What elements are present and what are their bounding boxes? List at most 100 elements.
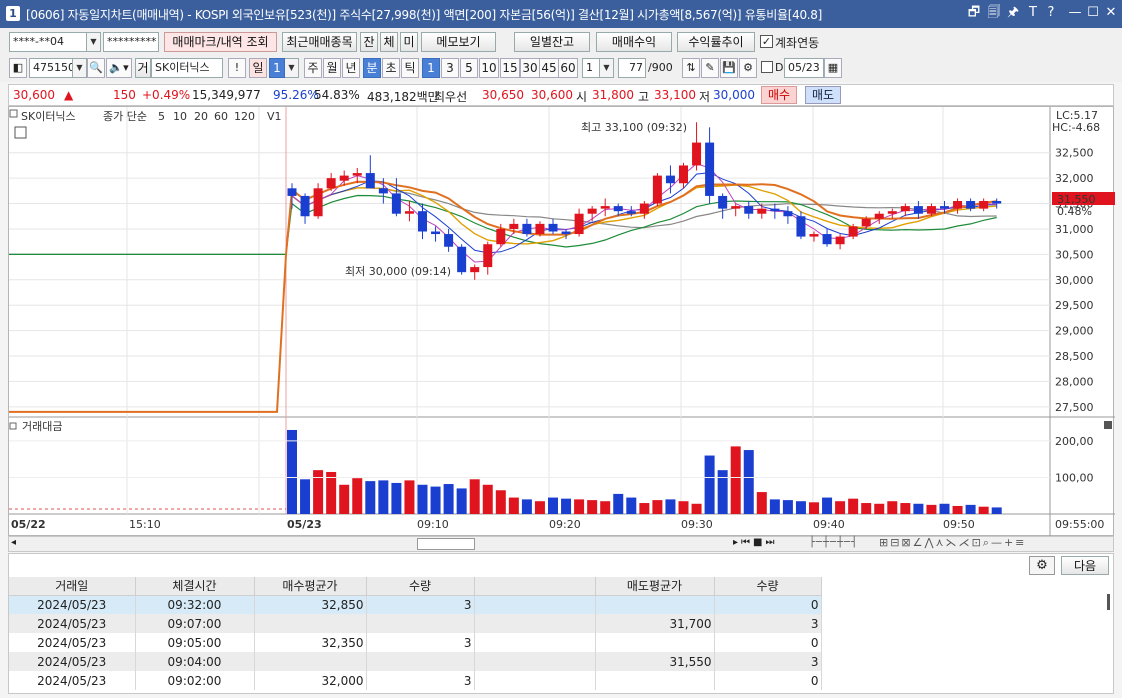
minute-60-button[interactable]: 60: [558, 58, 578, 78]
gear-icon[interactable]: ⚙: [739, 58, 757, 78]
playback-controls-icon[interactable]: ▸⏮■⏭: [733, 537, 777, 548]
help-icon[interactable]: ?: [1042, 5, 1060, 21]
calendar-icon[interactable]: ▦: [824, 58, 842, 78]
chart-scrollbar[interactable]: ◂ ▸⏮■⏭ ├─┼─┼─┤ ⊞⊟⊠∠⋀⋏⋋⋌⊡⌕—+≡: [8, 536, 1114, 552]
grid-view-icon[interactable]: [14, 126, 27, 139]
table-row[interactable]: 2024/05/23 09:05:00 32,350 3 0: [9, 633, 822, 652]
chart-settings-icon[interactable]: ◧: [9, 58, 27, 78]
period-day-count[interactable]: 1: [269, 58, 285, 78]
volume-tick-label: 200,00: [1055, 435, 1094, 448]
compare-icon[interactable]: ⇅: [682, 58, 700, 78]
minute-45-button[interactable]: 45: [539, 58, 559, 78]
volume-title: 거래대금: [22, 420, 62, 433]
period-tick-button[interactable]: 틱: [401, 58, 419, 78]
minute-15-button[interactable]: 15: [500, 58, 520, 78]
alert-button[interactable]: !: [228, 58, 246, 78]
count-field[interactable]: 77: [618, 58, 646, 78]
legend-ma20: 20: [194, 110, 208, 123]
candle-body: [979, 201, 989, 209]
pin-icon[interactable]: 🖈: [1004, 5, 1022, 21]
buy-button[interactable]: 매수: [761, 86, 797, 104]
account-link-checkbox[interactable]: ✓: [760, 35, 773, 48]
period-dropdown-icon[interactable]: ▼: [285, 58, 299, 78]
period-year-button[interactable]: 년: [342, 58, 360, 78]
volume-bar: [887, 501, 898, 514]
legend-ma120: 120: [234, 110, 255, 123]
return-trend-button[interactable]: 수익률추이: [677, 32, 755, 52]
table-row[interactable]: 2024/05/23 09:04:00 31,550 3: [9, 652, 822, 671]
candle-body: [692, 142, 702, 166]
next-button[interactable]: 다음: [1061, 556, 1109, 575]
candle-chart[interactable]: 200,00100,00 32,50032,00031,50031,00030,…: [9, 107, 1115, 537]
volume-bar: [809, 502, 819, 514]
price-change: 150: [113, 88, 136, 102]
scroll-left-icon[interactable]: ◂: [11, 537, 16, 548]
table-scroll-thumb[interactable]: [1107, 594, 1110, 610]
mark-query-button[interactable]: 매매마크/내역 조회: [164, 32, 277, 52]
minimize-icon[interactable]: —: [1066, 5, 1084, 21]
stock-code-field[interactable]: 475150: [29, 58, 73, 78]
table-row[interactable]: 2024/05/23 09:07:00 31,700 3: [9, 614, 822, 633]
memo-button[interactable]: 메모보기: [421, 32, 496, 52]
volume-close-icon[interactable]: [1104, 421, 1112, 429]
sell-button[interactable]: 매도: [805, 86, 841, 104]
chart-tool-icons[interactable]: ⊞⊟⊠∠⋀⋏⋋⋌⊡⌕—+≡: [879, 536, 1026, 550]
candle-body: [378, 188, 388, 194]
scroll-thumb[interactable]: [417, 538, 475, 550]
period-month-button[interactable]: 월: [323, 58, 341, 78]
title-bar: 1 [0606] 자동일지차트(매매내역) - KOSPI 외국인보유[523(…: [0, 0, 1122, 28]
minute-3-button[interactable]: 3: [441, 58, 459, 78]
pending-button[interactable]: 미: [400, 32, 418, 52]
account-dropdown-icon[interactable]: ▼: [87, 32, 101, 52]
period-day-button[interactable]: 일: [249, 58, 267, 78]
table-row[interactable]: 2024/05/23 09:32:00 32,850 3 0: [9, 595, 822, 614]
volume-bar: [874, 503, 885, 514]
minute-1-button[interactable]: 1: [422, 58, 440, 78]
account-field[interactable]: ****-**04: [9, 32, 87, 52]
maximize-icon[interactable]: ☐: [1084, 5, 1102, 21]
table-settings-icon[interactable]: ⚙: [1029, 556, 1055, 575]
zoom-slider[interactable]: ├─┼─┼─┤: [809, 537, 858, 548]
restore-icon[interactable]: 🗗: [965, 5, 983, 21]
sound-icon[interactable]: 🔈▾: [106, 58, 132, 78]
table-cell: [474, 595, 596, 614]
period-minute-button[interactable]: 분: [363, 58, 381, 78]
table-row[interactable]: 2024/05/23 09:02:00 32,000 3 0: [9, 671, 822, 690]
low-price: 30,000: [713, 88, 755, 102]
minute-select[interactable]: 1: [582, 58, 600, 78]
date-field[interactable]: 05/23: [784, 58, 824, 78]
volume-bar: [548, 497, 558, 514]
search-icon[interactable]: 🔍: [87, 58, 105, 78]
password-field[interactable]: *********: [103, 32, 159, 52]
font-icon[interactable]: T: [1024, 5, 1042, 21]
chart-area[interactable]: 200,00100,00 32,50032,00031,50031,00030,…: [8, 106, 1115, 537]
minute-5-button[interactable]: 5: [460, 58, 478, 78]
date-checkbox[interactable]: [761, 61, 773, 73]
minute-30-button[interactable]: 30: [520, 58, 540, 78]
candle-body: [926, 206, 936, 214]
period-second-button[interactable]: 초: [382, 58, 400, 78]
y-tick-label: 32,500: [1055, 147, 1094, 160]
stock-name-field[interactable]: SK이터닉스: [151, 58, 223, 78]
legend-stock-name[interactable]: SK이터닉스: [21, 110, 76, 123]
minute-10-button[interactable]: 10: [479, 58, 499, 78]
table-cell: 32,000: [254, 671, 367, 690]
candle-body: [561, 231, 571, 235]
executed-button[interactable]: 체: [380, 32, 398, 52]
recent-stocks-button[interactable]: 최근매매종목: [282, 32, 357, 52]
period-week-button[interactable]: 주: [304, 58, 322, 78]
minute-dropdown-icon[interactable]: ▼: [600, 58, 614, 78]
toolbar-chart: ◧ 475150 ▼ 🔍 🔈▾ 거 SK이터닉스 ! 일 1 ▼ 주 월 년 분…: [0, 56, 1122, 82]
legend-toggle-icon[interactable]: [9, 109, 18, 118]
draw-icon[interactable]: ✎: [701, 58, 719, 78]
volume-legend-toggle-icon[interactable]: [9, 422, 17, 430]
daily-balance-button[interactable]: 일별잔고: [514, 32, 590, 52]
trade-profit-button[interactable]: 매매수익: [596, 32, 672, 52]
stock-code-dropdown-icon[interactable]: ▼: [73, 58, 87, 78]
save-icon[interactable]: 💾: [720, 58, 738, 78]
copy-icon[interactable]: 🗐: [985, 5, 1003, 21]
balance-button[interactable]: 잔: [360, 32, 378, 52]
close-icon[interactable]: ✕: [1102, 5, 1120, 21]
header-blank: [474, 577, 596, 596]
candle-body: [679, 165, 688, 184]
